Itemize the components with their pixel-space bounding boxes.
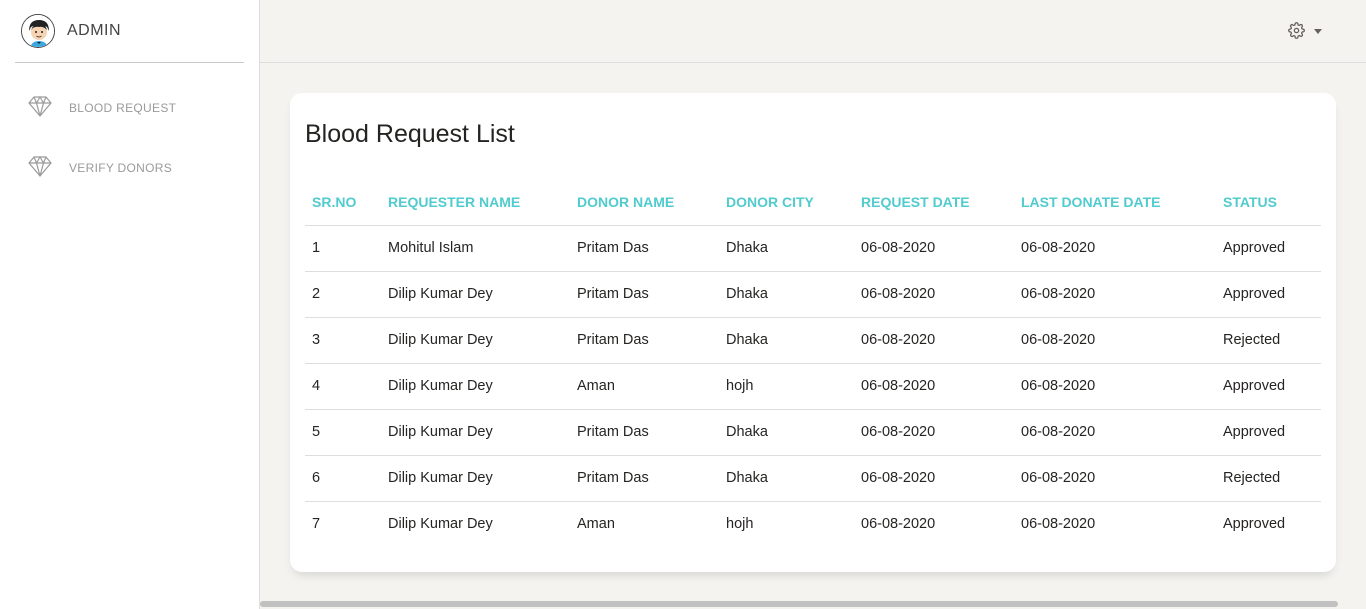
cell-request-date: 06-08-2020 <box>861 516 936 533</box>
brand-name: ADMIN <box>67 22 122 39</box>
table-row[interactable]: 4 Dilip Kumar Dey Aman hojh 06-08-2020 0… <box>305 363 1321 410</box>
cell-status: Approved <box>1216 225 1321 272</box>
cell-donor-name: Pritam Das <box>570 409 719 456</box>
cell-status: Rejected <box>1216 455 1321 502</box>
cell-request-date: 06-08-2020 <box>854 271 1014 318</box>
cell-donor-city: hojh <box>726 516 754 533</box>
caret-down-icon <box>1314 29 1322 34</box>
cell-donor-city: Dhaka <box>719 225 854 272</box>
cell-requester-name: Dilip Kumar Dey <box>381 317 570 364</box>
cell-sr-no: 4 <box>305 363 381 410</box>
table-row[interactable]: 1 Mohitul Islam Pritam Das Dhaka 06-08-2… <box>305 225 1321 272</box>
cell-request-date: 06-08-2020 <box>854 225 1014 272</box>
cell-donor-city: Dhaka <box>719 317 854 364</box>
cell-donor-name: Pritam Das <box>570 271 719 318</box>
col-header-donor-city[interactable]: DONOR CITY <box>719 179 854 226</box>
cell-status: Approved <box>1223 516 1286 533</box>
cell-donor-name: Aman <box>570 363 719 410</box>
cell-request-date: 06-08-2020 <box>854 409 1014 456</box>
cell-last-donate-date: 06-08-2020 <box>1014 225 1216 272</box>
cell-requester-name: Mohitul Islam <box>381 225 570 272</box>
admin-avatar <box>21 14 55 48</box>
cell-donor-name: Pritam Das <box>570 455 719 502</box>
cell-sr-no: 3 <box>305 317 381 364</box>
table-row[interactable]: 3 Dilip Kumar Dey Pritam Das Dhaka 06-08… <box>305 317 1321 364</box>
col-header-request-date[interactable]: REQUEST DATE <box>854 179 1014 226</box>
table-row[interactable]: 7 Dilip Kumar Dey Aman hojh 06-08-2020 0… <box>305 501 1321 547</box>
table-row[interactable]: 6 Dilip Kumar Dey Pritam Das Dhaka 06-08… <box>305 455 1321 502</box>
cell-requester-name: Dilip Kumar Dey <box>381 409 570 456</box>
sidebar-item-label: BLOOD REQUEST <box>69 101 177 115</box>
sidebar-item-verify-donors[interactable]: VERIFY DONORS <box>0 138 260 198</box>
page-title: Blood Request List <box>305 120 515 148</box>
cell-donor-name: Pritam Das <box>570 317 719 364</box>
cell-requester-name: Dilip Kumar Dey <box>381 271 570 318</box>
sidebar-item-label: VERIFY DONORS <box>69 161 173 175</box>
sidebar-nav: BLOOD REQUEST VERIFY DONORS <box>0 78 260 198</box>
cell-donor-city: hojh <box>719 363 854 410</box>
sidebar: ADMIN BLOOD REQUEST VERIFY DONORS <box>0 0 260 609</box>
cell-last-donate-date: 06-08-2020 <box>1014 363 1216 410</box>
col-header-donor-name[interactable]: DONOR NAME <box>570 179 719 226</box>
cell-status: Approved <box>1216 409 1321 456</box>
cell-request-date: 06-08-2020 <box>854 455 1014 502</box>
cell-last-donate-date: 06-08-2020 <box>1014 271 1216 318</box>
cell-status: Approved <box>1216 363 1321 410</box>
diamond-icon <box>28 154 52 183</box>
cell-sr-no: 5 <box>305 409 381 456</box>
table-header-row: SR.NO REQUESTER NAME DONOR NAME DONOR CI… <box>305 179 1321 226</box>
sidebar-item-blood-request[interactable]: BLOOD REQUEST <box>0 78 260 138</box>
cell-sr-no: 6 <box>305 455 381 502</box>
cell-last-donate-date: 06-08-2020 <box>1014 317 1216 364</box>
cell-donor-name: Aman <box>577 516 615 533</box>
cell-last-donate-date: 06-08-2020 <box>1014 455 1216 502</box>
cell-status: Rejected <box>1216 317 1321 364</box>
brand[interactable]: ADMIN <box>15 0 244 63</box>
cell-donor-city: Dhaka <box>719 271 854 318</box>
horizontal-scrollbar[interactable] <box>260 601 1338 607</box>
blood-request-table: SR.NO REQUESTER NAME DONOR NAME DONOR CI… <box>305 179 1321 547</box>
table-row[interactable]: 2 Dilip Kumar Dey Pritam Das Dhaka 06-08… <box>305 271 1321 318</box>
col-header-sr-no[interactable]: SR.NO <box>305 179 381 226</box>
blood-request-card: Blood Request List SR.NO REQUESTER NAME … <box>290 93 1336 572</box>
top-navbar <box>260 0 1366 63</box>
cell-requester-name: Dilip Kumar Dey <box>388 516 493 533</box>
col-header-status[interactable]: STATUS <box>1216 179 1321 226</box>
cell-requester-name: Dilip Kumar Dey <box>381 455 570 502</box>
cell-sr-no: 1 <box>305 225 381 272</box>
diamond-icon <box>28 94 52 123</box>
col-header-last-donate-date[interactable]: LAST DONATE DATE <box>1014 179 1216 226</box>
cell-sr-no: 7 <box>312 516 321 533</box>
col-header-requester-name[interactable]: REQUESTER NAME <box>381 179 570 226</box>
cell-last-donate-date: 06-08-2020 <box>1021 516 1096 533</box>
cell-last-donate-date: 06-08-2020 <box>1014 409 1216 456</box>
cell-request-date: 06-08-2020 <box>854 317 1014 364</box>
cell-request-date: 06-08-2020 <box>854 363 1014 410</box>
cell-status: Approved <box>1216 271 1321 318</box>
cell-sr-no: 2 <box>305 271 381 318</box>
table-row[interactable]: 5 Dilip Kumar Dey Pritam Das Dhaka 06-08… <box>305 409 1321 456</box>
cell-donor-city: Dhaka <box>719 409 854 456</box>
cell-donor-city: Dhaka <box>719 455 854 502</box>
cell-requester-name: Dilip Kumar Dey <box>381 363 570 410</box>
settings-dropdown[interactable] <box>1288 22 1322 44</box>
cell-donor-name: Pritam Das <box>570 225 719 272</box>
gear-icon <box>1288 22 1305 44</box>
